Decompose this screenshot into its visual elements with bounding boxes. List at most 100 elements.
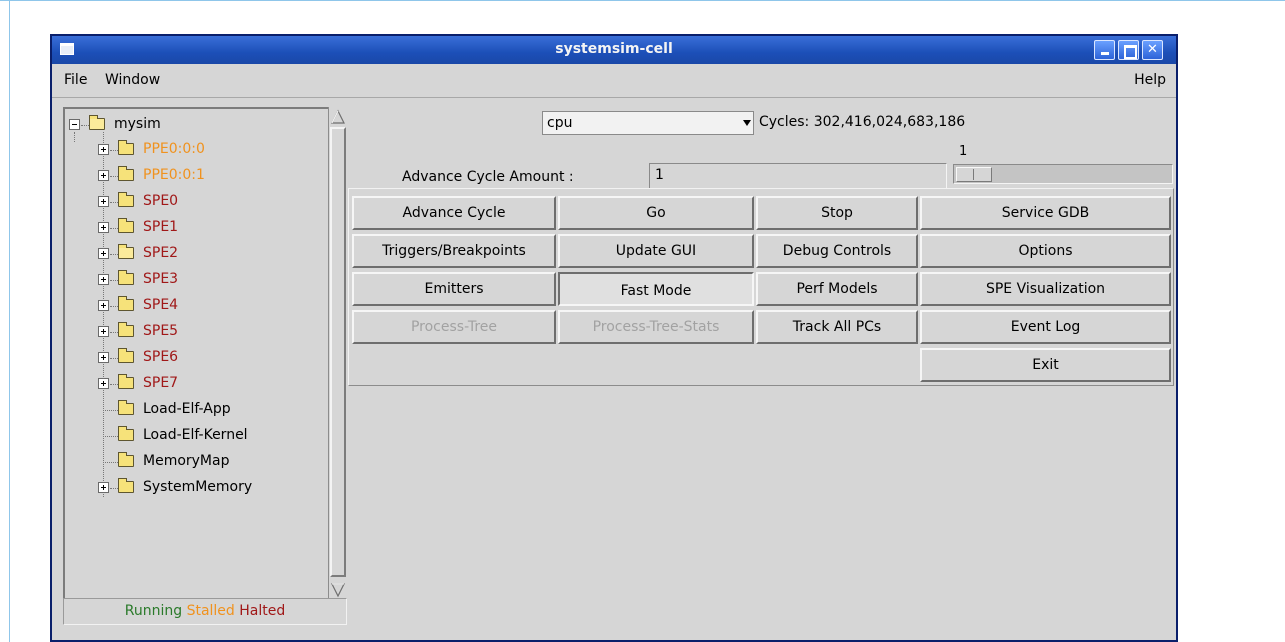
folder-icon xyxy=(118,140,134,155)
menu-window[interactable]: Window xyxy=(105,72,160,88)
advance-cycle-button[interactable]: Advance Cycle xyxy=(352,196,556,230)
menu-help[interactable]: Help xyxy=(1134,72,1166,88)
go-button[interactable]: Go xyxy=(558,196,754,230)
process-tree-stats-button[interactable]: Process-Tree-Stats xyxy=(558,310,754,344)
expand-icon[interactable] xyxy=(98,248,109,259)
folder-icon xyxy=(118,348,134,363)
tree-root-label: mysim xyxy=(114,116,161,132)
expand-icon[interactable] xyxy=(98,274,109,285)
tree-connector xyxy=(110,332,118,333)
legend-running: Running xyxy=(124,603,183,619)
tree-item-label: PPE0:0:0 xyxy=(143,141,205,157)
legend-halted: Halted xyxy=(239,603,286,619)
expand-icon[interactable] xyxy=(98,378,109,389)
folder-icon xyxy=(118,296,134,311)
folder-icon xyxy=(118,400,134,415)
folder-open-icon xyxy=(118,244,134,259)
debug-controls-button[interactable]: Debug Controls xyxy=(756,234,918,268)
triggers-breakpoints-button[interactable]: Triggers/Breakpoints xyxy=(352,234,556,268)
tree-item-label: SPE3 xyxy=(143,271,179,287)
tree-connector xyxy=(81,125,89,126)
menu-bar: File Window Help xyxy=(52,64,1176,98)
advance-amount-value: 1 xyxy=(655,167,664,183)
expand-icon[interactable] xyxy=(98,170,109,181)
perf-models-button[interactable]: Perf Models xyxy=(756,272,918,306)
tree-item[interactable]: Load-Elf-App xyxy=(98,400,318,420)
tree-item[interactable]: PPE0:0:0 xyxy=(98,140,318,160)
tree-item[interactable]: SPE2 xyxy=(98,244,318,264)
expand-icon[interactable] xyxy=(98,300,109,311)
tree-item[interactable]: SystemMemory xyxy=(98,478,318,498)
expand-icon[interactable] xyxy=(98,326,109,337)
process-tree-button[interactable]: Process-Tree xyxy=(352,310,556,344)
tree-item[interactable]: SPE1 xyxy=(98,218,318,238)
tree-item[interactable]: SPE4 xyxy=(98,296,318,316)
tree-connector xyxy=(110,202,118,203)
minimize-button[interactable] xyxy=(1094,40,1115,60)
expand-icon[interactable] xyxy=(98,482,109,493)
title-bar[interactable]: systemsim-cell ✕ xyxy=(52,36,1176,64)
tree-item[interactable]: SPE5 xyxy=(98,322,318,342)
tree-item[interactable]: PPE0:0:1 xyxy=(98,166,318,186)
tree-item-label: SPE2 xyxy=(143,245,179,261)
close-button[interactable]: ✕ xyxy=(1142,40,1163,60)
collapse-icon[interactable] xyxy=(69,119,80,130)
tree-scrollbar[interactable] xyxy=(328,107,346,600)
advance-amount-label: Advance Cycle Amount : xyxy=(402,169,574,185)
frame-line xyxy=(9,0,10,642)
tree-connector xyxy=(110,358,118,359)
advance-amount-field[interactable]: 1 xyxy=(649,163,947,189)
spe-visualization-button[interactable]: SPE Visualization xyxy=(920,272,1171,306)
legend-stalled: Stalled xyxy=(186,603,235,619)
cpu-select-value: cpu xyxy=(547,115,573,131)
folder-icon xyxy=(118,426,134,441)
tree-item[interactable]: Load-Elf-Kernel xyxy=(98,426,318,446)
tree-item-label: SPE1 xyxy=(143,219,179,235)
expand-icon[interactable] xyxy=(98,222,109,233)
folder-icon xyxy=(118,192,134,207)
update-gui-button[interactable]: Update GUI xyxy=(558,234,754,268)
event-log-button[interactable]: Event Log xyxy=(920,310,1171,344)
tree-item-label: SPE0 xyxy=(143,193,179,209)
tree-connector xyxy=(110,384,118,385)
scroll-up-icon[interactable] xyxy=(330,109,346,125)
menu-file[interactable]: File xyxy=(64,72,87,88)
tree-item-label: SPE6 xyxy=(143,349,179,365)
cpu-select[interactable]: cpu xyxy=(542,111,754,135)
tree-item[interactable]: SPE0 xyxy=(98,192,318,212)
tree-item[interactable]: SPE3 xyxy=(98,270,318,290)
chevron-down-icon[interactable] xyxy=(743,120,751,126)
tree-item-label: Load-Elf-Kernel xyxy=(143,427,248,443)
tree-item-label: SystemMemory xyxy=(143,479,253,495)
expand-icon[interactable] xyxy=(98,144,109,155)
slider-value: 1 xyxy=(959,144,968,159)
folder-icon xyxy=(118,322,134,337)
expand-icon[interactable] xyxy=(98,352,109,363)
track-all-pcs-button[interactable]: Track All PCs xyxy=(756,310,918,344)
stop-button[interactable]: Stop xyxy=(756,196,918,230)
tree-item[interactable]: SPE6 xyxy=(98,348,318,368)
scroll-down-icon[interactable] xyxy=(330,582,346,598)
tree-item[interactable]: SPE7 xyxy=(98,374,318,394)
exit-button[interactable]: Exit xyxy=(920,348,1171,382)
folder-icon xyxy=(118,166,134,181)
advance-amount-slider[interactable] xyxy=(953,164,1173,184)
scroll-thumb[interactable] xyxy=(330,127,346,577)
tree-item-label: SPE4 xyxy=(143,297,179,313)
expand-icon[interactable] xyxy=(98,196,109,207)
options-button[interactable]: Options xyxy=(920,234,1171,268)
tree-connector xyxy=(110,254,118,255)
folder-open-icon xyxy=(89,115,105,130)
tree-item-label: SPE5 xyxy=(143,323,179,339)
folder-icon xyxy=(118,452,134,467)
emitters-button[interactable]: Emitters xyxy=(352,272,556,306)
slider-thumb[interactable] xyxy=(956,167,992,182)
folder-icon xyxy=(118,478,134,493)
tree-item[interactable]: MemoryMap xyxy=(98,452,318,472)
tree-connector xyxy=(110,280,118,281)
tree-root-row[interactable]: mysim xyxy=(69,115,269,135)
maximize-button[interactable] xyxy=(1118,40,1139,60)
systemsim-window: systemsim-cell ✕ File Window Help mysim … xyxy=(50,34,1178,642)
service-gdb-button[interactable]: Service GDB xyxy=(920,196,1171,230)
fast-mode-button[interactable]: Fast Mode xyxy=(558,272,754,306)
